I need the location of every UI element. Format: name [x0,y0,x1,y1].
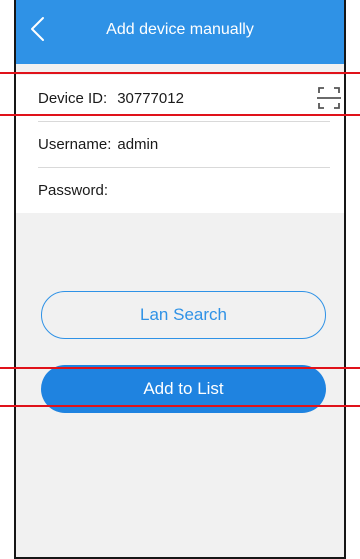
password-input[interactable] [108,175,330,205]
highlight-line [0,114,360,116]
username-row: Username: [38,121,330,167]
password-row: Password: [38,167,330,213]
highlight-line [0,72,360,74]
back-button[interactable] [26,14,52,44]
username-label: Username: [38,135,112,153]
device-id-label: Device ID: [38,89,108,107]
device-form: Device ID: Username: Pa [16,75,344,213]
phone-screen: Add device manually Device ID: Use [14,0,346,559]
nav-bar: Add device manually [16,0,344,64]
page-title: Add device manually [106,21,254,38]
highlight-line [0,405,360,407]
scan-button[interactable] [316,83,342,113]
highlight-line [0,367,360,369]
chevron-left-icon [31,17,44,41]
device-id-input[interactable] [107,83,317,113]
qr-scan-icon [317,87,342,109]
username-input[interactable] [111,129,330,159]
lan-search-button[interactable]: Lan Search [41,291,326,339]
password-label: Password: [38,181,109,199]
